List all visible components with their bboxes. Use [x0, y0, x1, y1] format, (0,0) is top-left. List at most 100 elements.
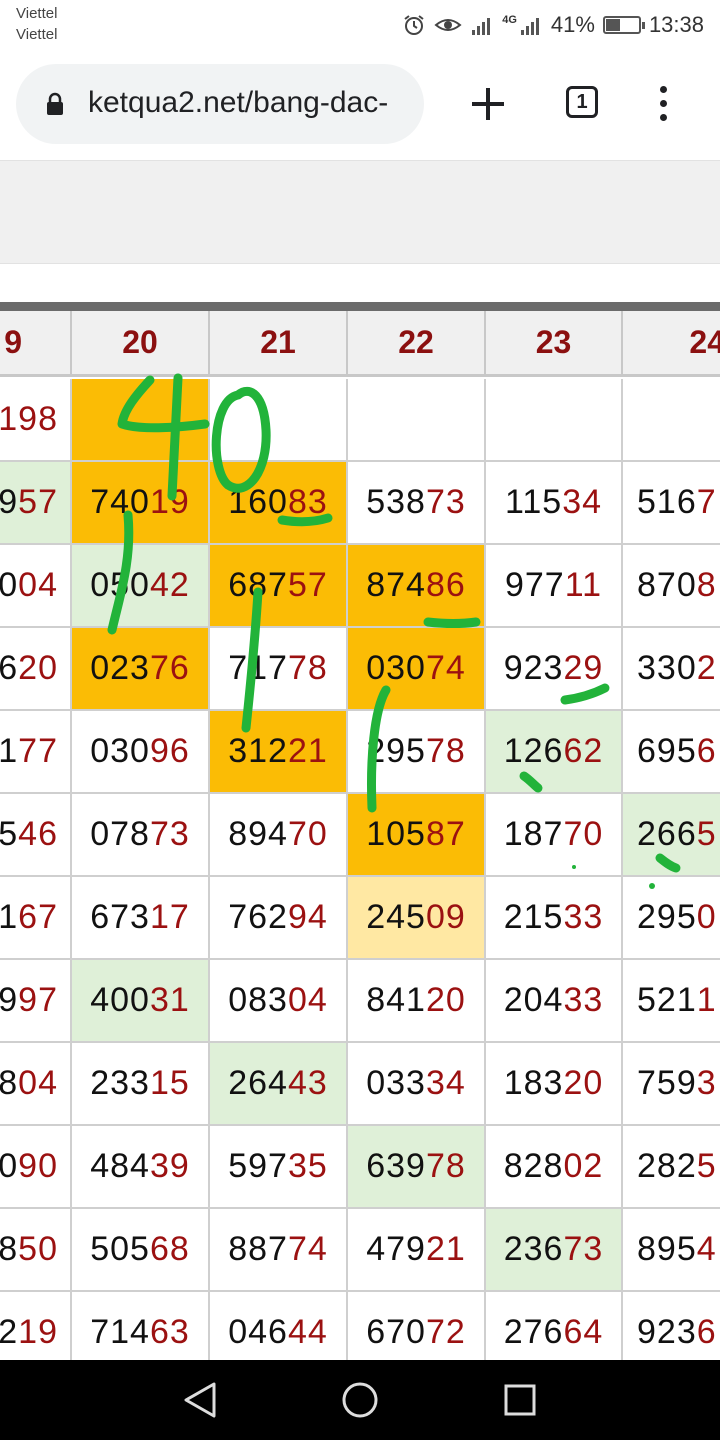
- more-menu-icon[interactable]: [650, 82, 678, 126]
- table-cell: 0 90: [0, 1126, 72, 1209]
- table-cell: 874 86: [348, 545, 486, 628]
- number-prefix: 2: [0, 1313, 19, 1351]
- number-prefix: 023: [90, 649, 150, 687]
- number-suffix: 21: [287, 732, 328, 770]
- number-suffix: 39: [149, 1147, 190, 1185]
- number-prefix: 236: [503, 1230, 564, 1268]
- number-prefix: 033: [366, 1064, 426, 1102]
- table-cell: 078 73: [72, 794, 210, 877]
- number-prefix: 312: [228, 732, 288, 770]
- number-suffix: 20: [425, 981, 466, 1019]
- table-cell: 0 04: [0, 545, 72, 628]
- number-prefix: 050: [90, 566, 150, 604]
- eye-comfort-icon: [434, 19, 462, 31]
- table-cell: 115 34: [486, 462, 623, 545]
- status-bar: Viettel Viettel 4G 41% 13:38: [0, 0, 720, 52]
- number-prefix: 740: [90, 483, 150, 521]
- url-text[interactable]: ketqua2.net/bang-dac-: [88, 86, 418, 120]
- back-icon[interactable]: [160, 1360, 240, 1440]
- number-suffix: 46: [18, 815, 58, 853]
- number-prefix: 874: [366, 566, 426, 604]
- browser-toolbar: ketqua2.net/bang-dac- 1: [0, 52, 720, 160]
- number-prefix: 923: [637, 1313, 697, 1351]
- carrier-label: Viettel: [16, 5, 58, 22]
- table-cell: 2 19: [0, 1292, 72, 1360]
- clock: 13:38: [648, 12, 704, 37]
- number-prefix: 245: [366, 898, 426, 936]
- network-type: 4G: [502, 14, 517, 26]
- table-cell: 740 19: [72, 462, 210, 545]
- number-prefix: 264: [228, 1064, 288, 1102]
- number-suffix: 70: [287, 815, 328, 853]
- number-suffix: 02: [563, 1147, 604, 1185]
- number-suffix: 43: [287, 1064, 328, 1102]
- results-table[interactable]: 9 20 21 22 23 24 198 9 57 740 19 160 83 538 73 115 34 516…: [0, 311, 720, 1360]
- new-tab-button[interactable]: [466, 82, 510, 126]
- table-cell: 183 20: [486, 1043, 623, 1126]
- table-cell: 126 62: [486, 711, 623, 794]
- number-prefix: 870: [637, 566, 697, 604]
- table-cell: 8 04: [0, 1043, 72, 1126]
- number-suffix: 8: [696, 566, 717, 604]
- number-suffix: 57: [18, 483, 58, 521]
- number-suffix: 70: [563, 815, 604, 853]
- number-suffix: 74: [287, 1230, 328, 1268]
- number-prefix: 977: [504, 566, 565, 604]
- number-suffix: 34: [425, 1064, 466, 1102]
- lock-icon: [47, 92, 63, 115]
- number-prefix: 923: [503, 649, 564, 687]
- number-prefix: 0: [0, 566, 19, 604]
- table-cell: 105 87: [348, 794, 486, 877]
- number-suffix: 68: [149, 1230, 190, 1268]
- table-cell: 264 43: [210, 1043, 348, 1126]
- number-suffix: 78: [287, 649, 328, 687]
- number-prefix: 233: [90, 1064, 150, 1102]
- table-cell: 295 0: [623, 877, 720, 960]
- address-bar[interactable]: ketqua2.net/bang-dac-: [16, 64, 424, 144]
- number-suffix: 64: [563, 1313, 604, 1351]
- number-prefix: 160: [228, 483, 288, 521]
- carrier-label-2: Viettel: [16, 26, 58, 43]
- number-prefix: 126: [503, 732, 564, 770]
- number-suffix: 20: [563, 1064, 604, 1102]
- number-prefix: 762: [228, 898, 288, 936]
- number-suffix: 21: [425, 1230, 466, 1268]
- table-cell: 762 94: [210, 877, 348, 960]
- signal-icon-2: [520, 18, 539, 35]
- alarm-icon: [404, 15, 424, 35]
- table-cell: 695 6: [623, 711, 720, 794]
- table-cell: 030 96: [72, 711, 210, 794]
- table-cell: 894 70: [210, 794, 348, 877]
- column-header: 9: [0, 311, 72, 377]
- table-cell: 282 5: [623, 1126, 720, 1209]
- table-cell: 673 17: [72, 877, 210, 960]
- column-header: 20: [72, 311, 210, 377]
- home-icon[interactable]: [320, 1360, 400, 1440]
- number-suffix: 29: [563, 649, 604, 687]
- battery-icon: [602, 16, 645, 34]
- table-cell: 198: [0, 379, 72, 462]
- table-cell: 841 20: [348, 960, 486, 1043]
- number-prefix: 687: [228, 566, 288, 604]
- table-cell: 5 46: [0, 794, 72, 877]
- number-prefix: 183: [503, 1064, 564, 1102]
- number-prefix: 9: [0, 981, 19, 1019]
- table-cell: 977 11: [486, 545, 623, 628]
- table-cell: 400 31: [72, 960, 210, 1043]
- number-suffix: 33: [563, 981, 604, 1019]
- table-cell: 312 21: [210, 711, 348, 794]
- number-suffix: 73: [563, 1230, 604, 1268]
- battery-percent: 41%: [550, 12, 595, 37]
- number-prefix: 187: [503, 815, 564, 853]
- plus-icon: [472, 88, 504, 120]
- recents-icon[interactable]: [480, 1360, 560, 1440]
- number-suffix: 2: [696, 649, 717, 687]
- number-suffix: 5: [696, 1147, 717, 1185]
- table-cell: 895 4: [623, 1209, 720, 1292]
- tab-switcher-button[interactable]: 1: [566, 86, 598, 118]
- number-prefix: 115: [504, 483, 563, 521]
- number-prefix: 204: [503, 981, 564, 1019]
- number-suffix: 63: [149, 1313, 190, 1351]
- number-suffix: 5: [696, 815, 717, 853]
- number-suffix: 04: [18, 566, 58, 604]
